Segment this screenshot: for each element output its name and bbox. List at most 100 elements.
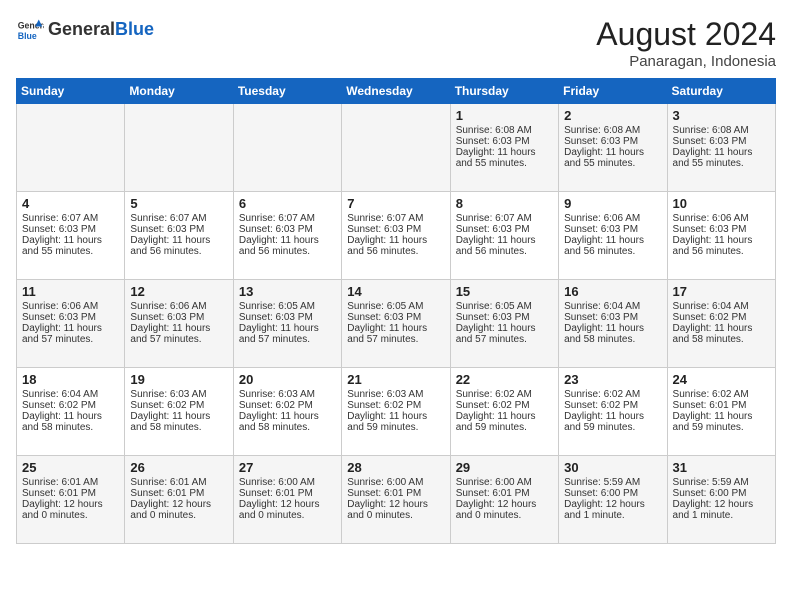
day-number: 4: [22, 196, 119, 211]
day-info-line: Sunrise: 6:00 AM: [347, 477, 444, 488]
calendar-cell: 29Sunrise: 6:00 AMSunset: 6:01 PMDayligh…: [450, 456, 558, 544]
week-row-1: 1Sunrise: 6:08 AMSunset: 6:03 PMDaylight…: [17, 104, 776, 192]
day-info-line: Daylight: 11 hours: [564, 147, 661, 158]
logo: General Blue GeneralBlue: [16, 16, 154, 44]
day-info-line: Sunset: 6:02 PM: [22, 400, 119, 411]
day-info-line: Sunset: 6:03 PM: [239, 224, 336, 235]
day-number: 18: [22, 372, 119, 387]
day-info-line: Sunset: 6:03 PM: [564, 136, 661, 147]
day-info-line: Sunrise: 6:08 AM: [673, 125, 770, 136]
day-info-line: Sunset: 6:02 PM: [239, 400, 336, 411]
col-header-tuesday: Tuesday: [233, 79, 341, 104]
calendar-cell: 10Sunrise: 6:06 AMSunset: 6:03 PMDayligh…: [667, 192, 775, 280]
location: Panaragan, Indonesia: [596, 53, 776, 70]
day-number: 21: [347, 372, 444, 387]
day-info-line: Sunrise: 6:03 AM: [347, 389, 444, 400]
day-number: 3: [673, 108, 770, 123]
day-info-line: Sunset: 6:01 PM: [239, 488, 336, 499]
day-info-line: Daylight: 11 hours: [564, 411, 661, 422]
day-info-line: and 55 minutes.: [22, 246, 119, 257]
day-info-line: Daylight: 11 hours: [456, 235, 553, 246]
day-info-line: Sunset: 6:01 PM: [22, 488, 119, 499]
day-info-line: Sunset: 6:02 PM: [456, 400, 553, 411]
day-info-line: Daylight: 12 hours: [564, 499, 661, 510]
day-info-line: Sunset: 6:03 PM: [456, 136, 553, 147]
day-number: 14: [347, 284, 444, 299]
day-info-line: Daylight: 11 hours: [456, 323, 553, 334]
day-info-line: Daylight: 11 hours: [456, 147, 553, 158]
col-header-sunday: Sunday: [17, 79, 125, 104]
calendar-cell: 20 Sunrise: 6:03 AMSunset: 6:02 PMDayligh…: [233, 368, 341, 456]
calendar-cell: [17, 104, 125, 192]
day-info-line: and 0 minutes.: [22, 510, 119, 521]
day-number: 26: [130, 460, 227, 475]
day-info-line: and 56 minutes.: [564, 246, 661, 257]
day-number: 11: [22, 284, 119, 299]
day-info-line: Daylight: 12 hours: [130, 499, 227, 510]
calendar-cell: 22Sunrise: 6:02 AMSunset: 6:02 PMDayligh…: [450, 368, 558, 456]
day-info-line: Daylight: 12 hours: [22, 499, 119, 510]
day-info-line: Daylight: 11 hours: [347, 235, 444, 246]
day-info-line: Sunrise: 6:02 AM: [673, 389, 770, 400]
day-info-line: Sunset: 6:03 PM: [456, 224, 553, 235]
day-number: 23: [564, 372, 661, 387]
day-info-line: Sunset: 6:03 PM: [564, 224, 661, 235]
day-number: 20: [239, 372, 336, 387]
day-info-line: Daylight: 11 hours: [22, 235, 119, 246]
day-info-line: Sunset: 6:03 PM: [673, 136, 770, 147]
day-info-line: and 56 minutes.: [239, 246, 336, 257]
day-number: 9: [564, 196, 661, 211]
day-number: 7: [347, 196, 444, 211]
page-header: General Blue GeneralBlue August 2024 Pan…: [16, 16, 776, 70]
day-info-line: Daylight: 11 hours: [130, 323, 227, 334]
col-header-friday: Friday: [559, 79, 667, 104]
day-info-line: Sunrise: 6:04 AM: [22, 389, 119, 400]
day-info-line: Sunrise: 6:06 AM: [130, 301, 227, 312]
calendar-cell: 25Sunrise: 6:01 AMSunset: 6:01 PMDayligh…: [17, 456, 125, 544]
calendar-cell: 1 Sunrise: 6:08 AMSunset: 6:03 PMDaylight…: [450, 104, 558, 192]
week-row-4: 18Sunrise: 6:04 AMSunset: 6:02 PMDayligh…: [17, 368, 776, 456]
month-year: August 2024: [596, 16, 776, 53]
day-info-line: Sunrise: 6:02 AM: [564, 389, 661, 400]
day-info-line: and 58 minutes.: [130, 422, 227, 433]
day-number: 29: [456, 460, 553, 475]
col-header-saturday: Saturday: [667, 79, 775, 104]
calendar-table: SundayMondayTuesdayWednesdayThursdayFrid…: [16, 78, 776, 544]
day-number: 1: [456, 108, 553, 123]
day-number: 22: [456, 372, 553, 387]
day-info-line: and 59 minutes.: [456, 422, 553, 433]
day-info-line: Daylight: 12 hours: [673, 499, 770, 510]
day-info-line: Sunrise: 6:00 AM: [239, 477, 336, 488]
calendar-cell: 30Sunrise: 5:59 AMSunset: 6:00 PMDayligh…: [559, 456, 667, 544]
calendar-cell: 4Sunrise: 6:07 AMSunset: 6:03 PMDaylight…: [17, 192, 125, 280]
col-header-wednesday: Wednesday: [342, 79, 450, 104]
day-info-line: and 57 minutes.: [239, 334, 336, 345]
day-info-line: and 59 minutes.: [564, 422, 661, 433]
calendar-cell: 27Sunrise: 6:00 AMSunset: 6:01 PMDayligh…: [233, 456, 341, 544]
day-info-line: Sunset: 6:03 PM: [22, 224, 119, 235]
day-info-line: Sunrise: 6:03 AM: [239, 389, 336, 400]
day-info-line: Sunset: 6:01 PM: [673, 400, 770, 411]
calendar-cell: 12 Sunrise: 6:06 AMSunset: 6:03 PMDayligh…: [125, 280, 233, 368]
day-info-line: Sunrise: 6:07 AM: [347, 213, 444, 224]
calendar-cell: 17Sunrise: 6:04 AMSunset: 6:02 PMDayligh…: [667, 280, 775, 368]
day-info-line: Sunrise: 6:06 AM: [673, 213, 770, 224]
day-info-line: Sunset: 6:03 PM: [564, 312, 661, 323]
day-info-line: Sunrise: 6:05 AM: [347, 301, 444, 312]
calendar-cell: 24Sunrise: 6:02 AMSunset: 6:01 PMDayligh…: [667, 368, 775, 456]
day-number: 5: [130, 196, 227, 211]
day-info-line: Sunset: 6:03 PM: [673, 224, 770, 235]
day-info-line: Sunset: 6:03 PM: [130, 312, 227, 323]
day-number: 8: [456, 196, 553, 211]
calendar-cell: [125, 104, 233, 192]
day-info-line: Sunrise: 6:08 AM: [456, 125, 553, 136]
calendar-cell: [342, 104, 450, 192]
day-info-line: Daylight: 11 hours: [239, 411, 336, 422]
calendar-cell: 5Sunrise: 6:07 AMSunset: 6:03 PMDaylight…: [125, 192, 233, 280]
calendar-cell: [233, 104, 341, 192]
day-number: 31: [673, 460, 770, 475]
day-info-line: and 59 minutes.: [347, 422, 444, 433]
day-number: 12: [130, 284, 227, 299]
calendar-cell: 21Sunrise: 6:03 AMSunset: 6:02 PMDayligh…: [342, 368, 450, 456]
day-info-line: Daylight: 11 hours: [130, 411, 227, 422]
